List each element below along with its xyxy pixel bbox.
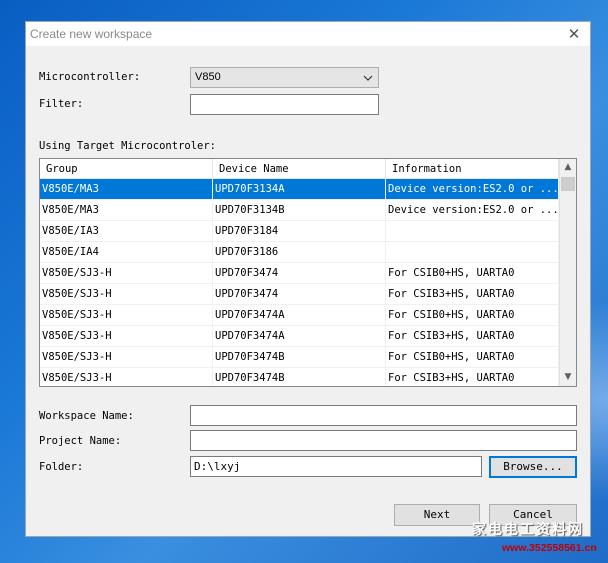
cell-information: For CSIB0+HS, UARTA0 <box>386 347 559 367</box>
cell-device-name: UPD70F3474A <box>213 305 386 325</box>
cell-group: V850E/SJ3-H <box>40 368 213 386</box>
column-header-group[interactable]: Group <box>40 159 213 179</box>
cell-information: For CSIB3+HS, UARTA0 <box>386 368 559 386</box>
cell-device-name: UPD70F3184 <box>213 221 386 241</box>
cell-group: V850E/SJ3-H <box>40 347 213 367</box>
cell-device-name: UPD70F3186 <box>213 242 386 262</box>
table-body: V850E/MA3 UPD70F3134A Device version:ES2… <box>40 179 559 386</box>
scroll-thumb[interactable] <box>561 177 575 191</box>
filter-input[interactable] <box>190 94 379 115</box>
table-scrollbar[interactable]: ▲ ▼ <box>559 159 576 386</box>
scroll-up-icon[interactable]: ▲ <box>560 159 576 176</box>
cell-information: For CSIB3+HS, UARTA0 <box>386 326 559 346</box>
dialog-title: Create new workspace <box>30 27 153 41</box>
folder-input[interactable]: D:\lxyj <box>190 456 482 477</box>
table-row[interactable]: V850E/IA4 UPD70F3186 <box>40 242 559 263</box>
workspace-name-input[interactable] <box>190 405 577 426</box>
cell-group: V850E/SJ3-H <box>40 263 213 283</box>
workspace-name-label: Workspace Name: <box>39 410 134 422</box>
cell-group: V850E/SJ3-H <box>40 305 213 325</box>
table-row[interactable]: V850E/SJ3-H UPD70F3474A For CSIB3+HS, UA… <box>40 326 559 347</box>
cell-device-name: UPD70F3474A <box>213 326 386 346</box>
cell-information: For CSIB0+HS, UARTA0 <box>386 305 559 325</box>
browse-button[interactable]: Browse... <box>489 456 577 478</box>
watermark-title: 家电电工资料网 <box>472 522 584 538</box>
table-row[interactable]: V850E/SJ3-H UPD70F3474 For CSIB0+HS, UAR… <box>40 263 559 284</box>
chevron-down-icon <box>363 75 373 81</box>
target-list-label: Using Target Microcontroler: <box>39 140 217 152</box>
folder-value: D:\lxyj <box>194 460 241 473</box>
cell-group: V850E/SJ3-H <box>40 326 213 346</box>
cell-information: Device version:ES2.0 or ... <box>386 179 559 199</box>
next-button[interactable]: Next <box>394 504 480 526</box>
cell-group: V850E/SJ3-H <box>40 284 213 304</box>
close-icon[interactable]: ✕ <box>564 24 584 44</box>
filter-label: Filter: <box>39 98 84 110</box>
cell-information <box>386 221 559 241</box>
microcontroller-select[interactable]: V850 <box>190 67 379 88</box>
table-row[interactable]: V850E/MA3 UPD70F3134B Device version:ES2… <box>40 200 559 221</box>
cell-device-name: UPD70F3134B <box>213 200 386 220</box>
table-row[interactable]: V850E/SJ3-H UPD70F3474A For CSIB0+HS, UA… <box>40 305 559 326</box>
cell-device-name: UPD70F3474B <box>213 347 386 367</box>
table-row[interactable]: V850E/MA3 UPD70F3134A Device version:ES2… <box>40 179 559 200</box>
folder-label: Folder: <box>39 461 84 473</box>
microcontroller-value: V850 <box>195 71 221 83</box>
cell-information: For CSIB0+HS, UARTA0 <box>386 263 559 283</box>
watermark-url: www.352558561.cn <box>502 542 597 554</box>
table-header: Group Device Name Information <box>40 159 559 179</box>
table-row[interactable]: V850E/SJ3-H UPD70F3474 For CSIB3+HS, UAR… <box>40 284 559 305</box>
cell-group: V850E/IA4 <box>40 242 213 262</box>
table-row[interactable]: V850E/SJ3-H UPD70F3474B For CSIB0+HS, UA… <box>40 347 559 368</box>
table-row[interactable]: V850E/IA3 UPD70F3184 <box>40 221 559 242</box>
title-bar: Create new workspace ✕ <box>26 22 590 46</box>
cell-group: V850E/IA3 <box>40 221 213 241</box>
scroll-down-icon[interactable]: ▼ <box>560 369 576 386</box>
microcontroller-label: Microcontroller: <box>39 71 141 83</box>
cell-information <box>386 242 559 262</box>
cell-device-name: UPD70F3474 <box>213 263 386 283</box>
table-row[interactable]: V850E/SJ3-H UPD70F3474B For CSIB3+HS, UA… <box>40 368 559 386</box>
cell-information: For CSIB3+HS, UARTA0 <box>386 284 559 304</box>
cell-device-name: UPD70F3134A <box>213 179 386 199</box>
cell-group: V850E/MA3 <box>40 179 213 199</box>
column-header-device-name[interactable]: Device Name <box>213 159 386 179</box>
device-table[interactable]: Group Device Name Information V850E/MA3 … <box>39 158 577 387</box>
project-name-label: Project Name: <box>39 435 122 447</box>
column-header-information[interactable]: Information <box>386 159 559 179</box>
cell-device-name: UPD70F3474B <box>213 368 386 386</box>
cell-group: V850E/MA3 <box>40 200 213 220</box>
cell-device-name: UPD70F3474 <box>213 284 386 304</box>
watermark: 家电电工资料网 www.352558561.cn <box>472 519 608 563</box>
create-workspace-dialog: Create new workspace ✕ Microcontroller: … <box>25 21 591 537</box>
project-name-input[interactable] <box>190 430 577 451</box>
cell-information: Device version:ES2.0 or ... <box>386 200 559 220</box>
